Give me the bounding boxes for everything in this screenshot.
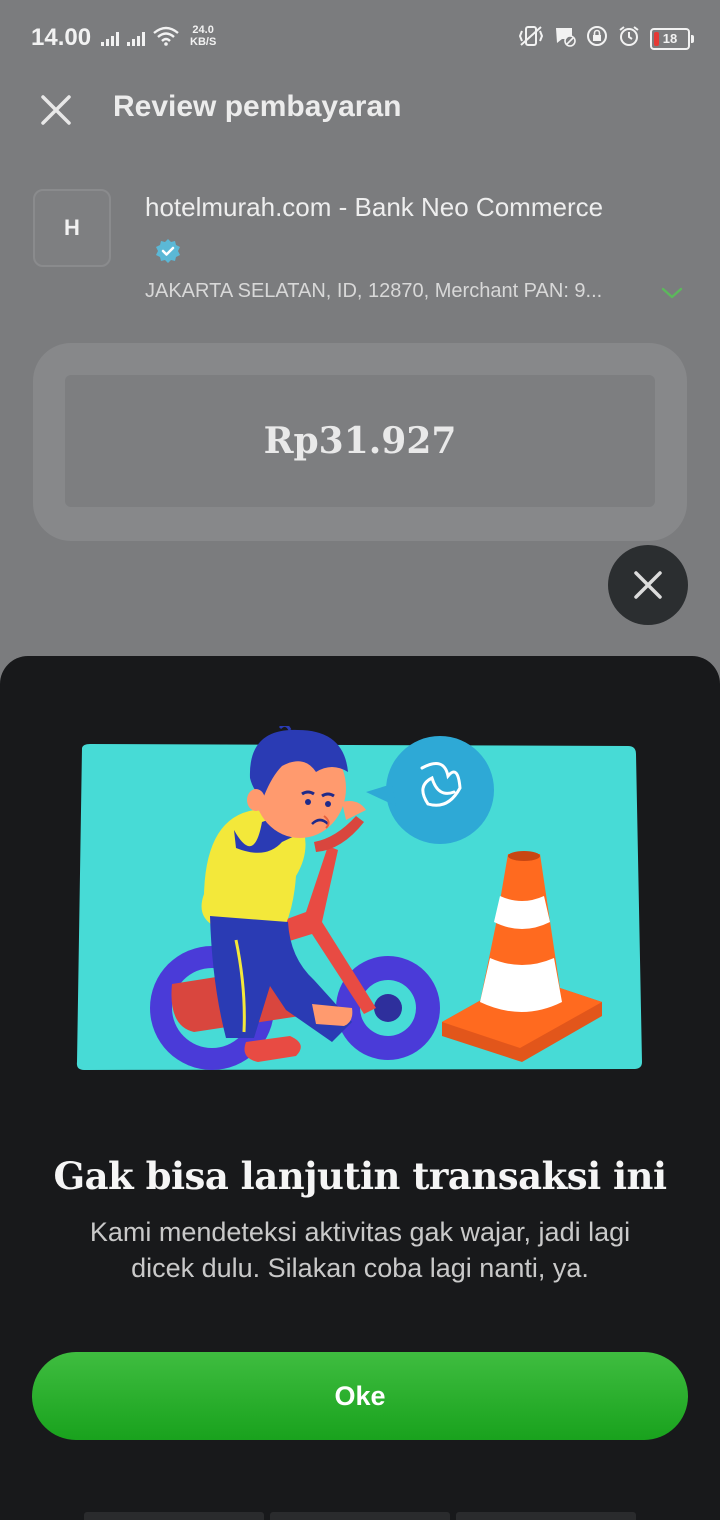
- signal-strength-icon: [127, 32, 145, 46]
- merchant-name: hotelmurah.com - Bank Neo Commerce: [145, 192, 604, 222]
- alarm-icon: [618, 25, 640, 52]
- network-speed-unit: KB/S: [190, 36, 217, 48]
- status-bar: 14.00 24.0 KB/S 18: [0, 0, 720, 76]
- amount-field[interactable]: Rp31.927: [65, 375, 655, 507]
- kid-on-bike-illustration: [76, 726, 642, 1070]
- amount-card: Rp31.927: [33, 343, 687, 541]
- ok-button[interactable]: Oke: [32, 1352, 688, 1440]
- dismiss-sheet-button[interactable]: [608, 545, 688, 625]
- signal-icons: [101, 26, 179, 46]
- chevron-down-icon[interactable]: [660, 285, 684, 301]
- signal-strength-icon: [101, 32, 119, 46]
- merchant-avatar-letter: H: [64, 215, 80, 240]
- close-icon: [634, 571, 662, 599]
- merchant-avatar: H: [33, 189, 111, 267]
- sheet-title: Gak bisa lanjutin transaksi ini: [53, 1154, 667, 1198]
- battery-icon: 18: [650, 27, 694, 50]
- merchant-address: JAKARTA SELATAN, ID, 12870, Merchant PAN…: [145, 280, 603, 302]
- status-right-icons: 18: [518, 25, 694, 52]
- message-blocked-icon: [554, 25, 576, 52]
- network-speed: 24.0 KB/S: [190, 24, 216, 48]
- wifi-icon: [153, 26, 179, 46]
- payment-amount: Rp31.927: [263, 420, 457, 462]
- verified-badge-icon: [156, 239, 180, 263]
- error-bottom-sheet: Gak bisa lanjutin transaksi ini Kami men…: [0, 656, 720, 1520]
- battery-level: 18: [662, 30, 678, 46]
- status-time: 14.00: [31, 24, 92, 51]
- lock-rotation-icon: [586, 25, 608, 52]
- sheet-message: Kami mendeteksi aktivitas gak wajar, jad…: [89, 1217, 631, 1283]
- vibrate-icon: [518, 25, 544, 52]
- close-icon[interactable]: [38, 92, 74, 128]
- page-title: Review pembayaran: [113, 90, 402, 123]
- nav-bar: [84, 1512, 636, 1520]
- network-speed-value: 24.0: [192, 24, 214, 36]
